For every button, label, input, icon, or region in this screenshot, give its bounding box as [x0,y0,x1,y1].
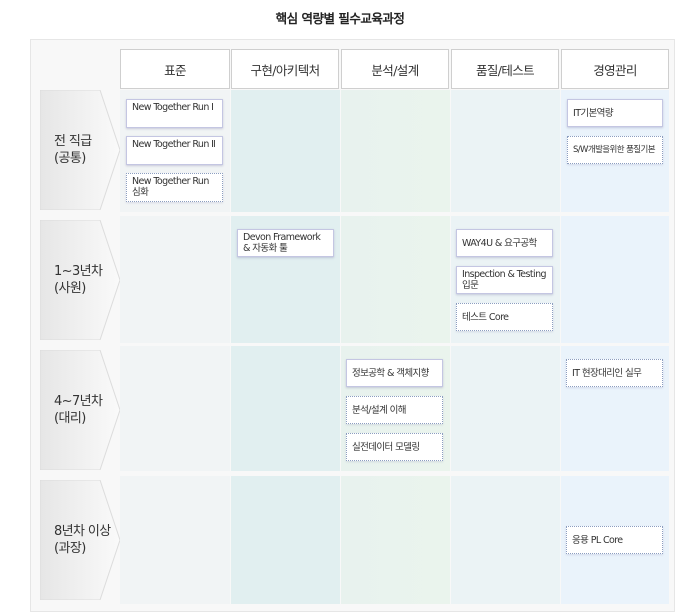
row-label-4-7-years: 4~7년차 (대리) [40,350,120,470]
row-label-line1: 4~7년차 [54,394,103,409]
column-header-quality: 품질/테스트 [451,49,559,89]
grid-cell-r0-architecture [231,90,340,212]
page-title: 핵심 역량별 필수교육과정 [275,11,405,26]
grid-cell-r0-quality [451,90,560,212]
row-label-8-plus-years: 8년차 이상 (과장) [40,480,120,600]
grid-cell-r1-standard [120,216,230,343]
course-new-together-run-1[interactable]: New Together Run Ⅰ [126,99,223,128]
grid-cell-r2-quality [451,346,560,471]
row-label-all-levels: 전 직급 (공통) [40,90,120,210]
course-info-engineering-oo[interactable]: 정보공학 & 객체지향 [346,359,443,387]
grid-cell-r3-architecture [231,476,340,604]
grid-cell-r3-quality [451,476,560,604]
row-label-line2: (대리) [54,411,86,426]
row-label-line1: 전 직급 [54,134,92,149]
row-label-line2: (사원) [54,281,86,296]
course-test-core[interactable]: 테스트 Core [456,303,553,331]
course-way4u-requirements[interactable]: WAY4U & 요구공학 [456,229,553,257]
row-label-line2: (과장) [54,541,86,556]
course-new-together-run-advanced[interactable]: New Together Run 심화 [126,173,223,202]
course-practical-data-modeling[interactable]: 실전데이터 모델링 [346,433,443,461]
grid-cell-r3-standard [120,476,230,604]
row-label-line2: (공통) [54,151,86,166]
course-applied-pl-core[interactable]: 응용 PL Core [566,526,663,554]
row-label-line1: 1~3년차 [54,264,103,279]
grid-cell-r2-standard [120,346,230,471]
course-inspection-testing-intro[interactable]: Inspection & Testing 입문 [456,266,553,294]
column-header-management: 경영관리 [561,49,669,89]
column-header-analysis: 분석/설계 [341,49,449,89]
grid-cell-r0-analysis [341,90,450,212]
course-sw-quality-basics[interactable]: S/W개발을위한 품질기본 [567,136,663,164]
course-it-site-agent-practice[interactable]: IT 현장대리인 실무 [566,359,663,387]
grid-cell-r3-analysis [341,476,450,604]
course-new-together-run-2[interactable]: New Together Run Ⅱ [126,136,223,165]
row-label-line1: 8년차 이상 [54,524,111,539]
column-header-architecture: 구현/아키텍처 [231,49,339,89]
row-label-1-3-years: 1~3년차 (사원) [40,220,120,340]
grid-cell-r2-architecture [231,346,340,471]
grid-cell-r1-analysis [341,216,450,343]
grid-cell-r1-management [561,216,669,343]
course-devon-framework[interactable]: Devon Framework & 자동화 툴 [237,229,334,257]
course-analysis-design-basics[interactable]: 분석/설계 이해 [346,396,443,424]
course-it-basic-competency[interactable]: IT기본역량 [567,99,663,127]
column-header-standard: 표준 [120,49,230,89]
